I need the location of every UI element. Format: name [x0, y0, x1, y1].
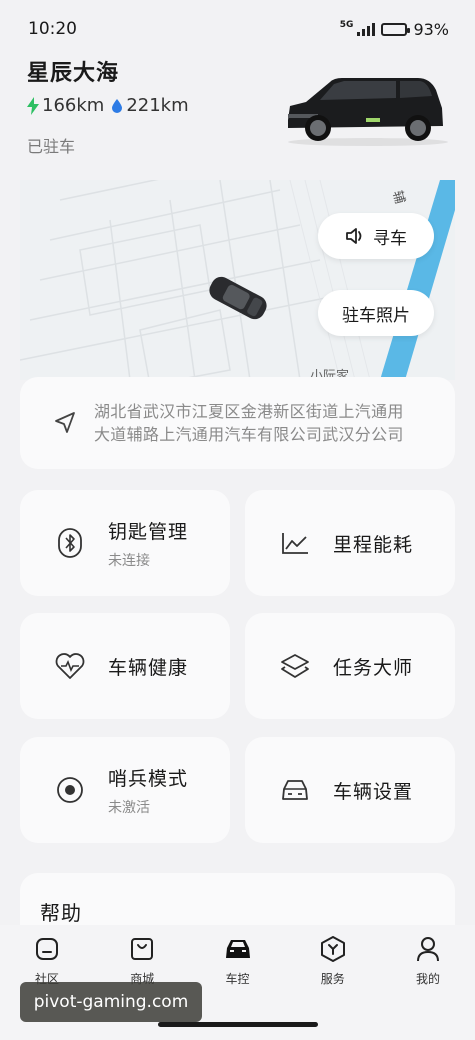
status-time: 10:20 — [28, 19, 77, 39]
network-label: 5G — [339, 19, 354, 30]
layers-icon — [279, 650, 311, 682]
battery-icon — [381, 22, 411, 36]
bolt-icon — [27, 96, 39, 115]
parking-photo-label: 驻车照片 — [342, 305, 410, 326]
battery-percent: 93% — [413, 19, 449, 39]
car-image[interactable] — [278, 68, 448, 148]
tile-subtitle: 未连接 — [108, 552, 150, 569]
tab-label: 我的 — [415, 972, 440, 986]
heart-pulse-icon — [54, 650, 86, 682]
find-car-label: 寻车 — [373, 228, 407, 249]
tile-title: 钥匙管理 — [108, 520, 189, 543]
vehicle-name[interactable]: 星辰大海 — [27, 55, 119, 87]
tile-mileage-energy[interactable]: 里程能耗 — [245, 490, 455, 596]
park-status: 已驻车 — [27, 137, 76, 156]
status-indicators: 5G 93% — [340, 20, 449, 39]
tab-profile[interactable]: 我的 — [401, 935, 455, 1040]
shop-bag-icon — [128, 935, 156, 963]
home-indicator[interactable] — [158, 1022, 318, 1027]
watermark: pivot-gaming.com — [20, 982, 202, 1022]
address-card[interactable]: 湖北省武汉市江夏区金港新区街道上汽通用 大道辅路上汽通用汽车有限公司武汉分公司 — [20, 377, 455, 469]
address-line-1: 湖北省武汉市江夏区金港新区街道上汽通用 — [94, 402, 404, 421]
find-car-button[interactable]: 寻车 — [318, 213, 434, 259]
service-icon — [319, 935, 347, 963]
fuel-drop-icon — [112, 98, 123, 113]
car-control-icon — [224, 935, 252, 963]
tab-label: 车控 — [225, 972, 250, 986]
tile-subtitle: 未激活 — [108, 799, 150, 816]
tile-key-management[interactable]: 钥匙管理 未连接 — [20, 490, 230, 596]
parking-photo-button[interactable]: 驻车照片 — [318, 290, 434, 336]
tile-title: 哨兵模式 — [108, 767, 189, 790]
signal-icon — [357, 22, 376, 36]
bluetooth-icon — [54, 527, 86, 559]
car-front-icon — [279, 774, 311, 806]
tile-sentry-mode[interactable]: 哨兵模式 未激活 — [20, 737, 230, 843]
profile-icon — [414, 935, 442, 963]
tile-vehicle-health[interactable]: 车辆健康 — [20, 613, 230, 719]
fuel-range: 221km — [126, 95, 189, 116]
tile-title: 车辆健康 — [108, 656, 189, 679]
community-icon — [33, 935, 61, 963]
sentry-icon — [54, 774, 86, 806]
parking-map[interactable]: 辅 小阮家 寻车 驻车照片 — [20, 180, 455, 380]
address-line-2: 大道辅路上汽通用汽车有限公司武汉分公司 — [94, 425, 404, 444]
navigation-arrow-icon — [55, 412, 75, 433]
electric-range: 166km — [42, 95, 105, 116]
tile-title: 任务大师 — [333, 656, 414, 679]
address-text: 湖北省武汉市江夏区金港新区街道上汽通用 大道辅路上汽通用汽车有限公司武汉分公司 — [94, 400, 404, 446]
map-background: 辅 小阮家 — [20, 180, 455, 380]
tile-task-master[interactable]: 任务大师 — [245, 613, 455, 719]
range-row: 166km 221km — [27, 95, 197, 116]
tab-label: 服务 — [320, 972, 345, 986]
tile-vehicle-settings[interactable]: 车辆设置 — [245, 737, 455, 843]
tile-title: 车辆设置 — [333, 780, 414, 803]
help-title: 帮助 — [40, 901, 82, 925]
speaker-icon — [346, 228, 362, 244]
tile-title: 里程能耗 — [333, 533, 414, 556]
chart-line-icon — [279, 527, 311, 559]
